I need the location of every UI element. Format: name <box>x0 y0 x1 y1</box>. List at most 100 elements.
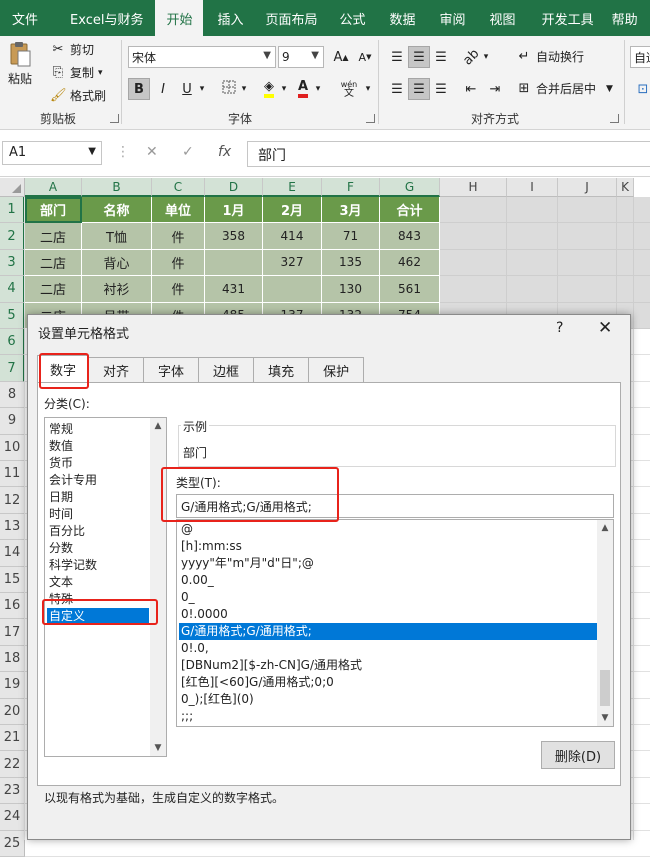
category-item[interactable]: 科学记数 <box>47 557 149 574</box>
underline-dropdown[interactable]: ▾ <box>196 78 208 100</box>
table-cell[interactable] <box>205 249 263 277</box>
cut-button[interactable]: ✂ 剪切 <box>50 41 94 58</box>
help-button[interactable]: ? <box>556 320 563 336</box>
table-cell[interactable]: 衬衫 <box>82 276 152 303</box>
tab-help[interactable]: 帮助 <box>606 0 650 36</box>
align-top-icon[interactable]: ☰ <box>386 46 408 68</box>
row-header-15[interactable]: 15 <box>0 566 25 593</box>
category-list[interactable]: ▲ ▼ 常规 数值 货币 会计专用 日期 时间 百分比 分数 科学记数 文本 特殊 自定义 <box>44 417 167 757</box>
table-cell[interactable]: 件 <box>152 249 205 277</box>
category-item[interactable]: 货币 <box>47 455 149 472</box>
grow-font-icon[interactable]: A ▲ <box>330 46 352 68</box>
type-list-item[interactable]: @ <box>179 521 597 538</box>
row-header-19[interactable]: 19 <box>0 672 25 699</box>
decrease-indent-icon[interactable]: ⇤ <box>460 78 482 100</box>
column-header-d[interactable]: D <box>205 178 263 197</box>
row-header-10[interactable]: 10 <box>0 434 25 461</box>
font-launcher[interactable] <box>366 114 375 123</box>
tab-border[interactable]: 边框 <box>198 357 255 383</box>
table-header-cell[interactable]: 2月 <box>263 197 322 224</box>
paste-button[interactable]: 粘贴 <box>8 40 32 87</box>
table-cell[interactable]: 358 <box>205 223 263 250</box>
table-header-cell[interactable]: 1月 <box>205 197 263 224</box>
close-icon[interactable]: ✕ <box>598 318 612 338</box>
row-header-7[interactable]: 7 <box>0 355 25 382</box>
table-cell[interactable]: 462 <box>380 249 440 277</box>
category-item[interactable]: 百分比 <box>47 523 149 540</box>
column-header-e[interactable]: E <box>263 178 322 197</box>
tab-fill[interactable]: 填充 <box>253 357 310 383</box>
category-item[interactable]: 数值 <box>47 438 149 455</box>
table-cell[interactable]: 71 <box>322 223 380 250</box>
name-box[interactable]: A1 ▼ <box>2 141 102 165</box>
table-cell[interactable]: 135 <box>322 249 380 277</box>
row-header-23[interactable]: 23 <box>0 777 25 805</box>
row-header-9[interactable]: 9 <box>0 408 25 435</box>
type-list-item[interactable]: 0!.0, <box>179 640 597 657</box>
category-scrollbar[interactable]: ▲ ▼ <box>150 418 166 756</box>
font-size-select[interactable]: 9 ▼ <box>278 46 324 68</box>
row-header-25[interactable]: 25 <box>0 830 25 857</box>
row-header-1[interactable]: 1 <box>0 197 25 224</box>
fill-color-button[interactable]: ◈ <box>258 78 280 100</box>
border-dropdown[interactable]: ▾ <box>238 78 250 100</box>
row-header-16[interactable]: 16 <box>0 593 25 620</box>
table-cell[interactable]: 二店 <box>25 223 82 250</box>
row-header-4[interactable]: 4 <box>0 276 25 303</box>
phonetic-button[interactable]: wén 文 <box>334 78 364 100</box>
scroll-down-icon[interactable]: ▼ <box>150 740 166 756</box>
row-header-2[interactable]: 2 <box>0 223 25 250</box>
table-header-cell[interactable]: 名称 <box>82 197 152 224</box>
clipboard-launcher[interactable] <box>110 114 119 123</box>
scroll-up-icon[interactable]: ▲ <box>597 520 613 536</box>
row-header-21[interactable]: 21 <box>0 725 25 752</box>
currency-icon[interactable]: ⊡ <box>632 78 650 100</box>
column-header-b[interactable]: B <box>82 178 152 197</box>
table-cell[interactable]: 二店 <box>25 276 82 303</box>
formula-input[interactable]: 部门 <box>247 141 650 167</box>
category-item[interactable]: 特殊 <box>47 591 149 608</box>
align-center-icon[interactable]: ☰ <box>408 78 430 100</box>
column-header-i[interactable]: I <box>507 178 558 197</box>
table-cell[interactable]: 561 <box>380 276 440 303</box>
row-header-6[interactable]: 6 <box>0 329 25 356</box>
category-item[interactable]: 分数 <box>47 540 149 557</box>
table-cell[interactable]: 件 <box>152 276 205 303</box>
tab-review[interactable]: 审阅 <box>428 0 478 36</box>
copy-button[interactable]: ⎘ 复制 ▾ <box>50 64 103 81</box>
scroll-down-icon[interactable]: ▼ <box>597 710 613 726</box>
type-list-item[interactable]: 0.00_ <box>179 572 597 589</box>
category-item[interactable]: 文本 <box>47 574 149 591</box>
category-item[interactable]: 常规 <box>47 421 149 438</box>
table-header-cell[interactable]: 3月 <box>322 197 380 224</box>
table-cell[interactable]: 130 <box>322 276 380 303</box>
tab-file[interactable]: 文件 <box>0 0 50 36</box>
table-cell[interactable]: T恤 <box>82 223 152 250</box>
format-painter-button[interactable]: 🖌 格式刷 <box>50 87 106 104</box>
tab-insert[interactable]: 插入 <box>203 0 255 36</box>
underline-button[interactable]: U <box>176 78 198 100</box>
tab-protection[interactable]: 保护 <box>308 357 365 383</box>
type-list-item[interactable]: yyyy"年"m"月"d"日";@ <box>179 555 597 572</box>
orientation-dropdown[interactable]: ▾ <box>480 46 492 68</box>
delete-button[interactable]: 删除(D) <box>541 741 615 769</box>
tab-formulas[interactable]: 公式 <box>330 0 378 36</box>
type-list[interactable]: ▲ ▼ @ [h]:mm:ss yyyy"年"m"月"d"日";@ 0.00_ 0_ 0!… <box>176 519 614 727</box>
row-header-17[interactable]: 17 <box>0 619 25 646</box>
type-list-item[interactable]: ;;; <box>179 708 597 725</box>
align-right-icon[interactable]: ☰ <box>430 78 452 100</box>
table-cell[interactable]: 843 <box>380 223 440 250</box>
wrap-text-button[interactable]: ↵ 自动换行 <box>516 48 584 65</box>
row-header-3[interactable]: 3 <box>0 249 25 277</box>
shrink-font-icon[interactable]: A ▼ <box>354 46 376 68</box>
merge-center-button[interactable]: ⊞ 合并后居中 ▼ <box>516 80 613 97</box>
table-cell[interactable]: 327 <box>263 249 322 277</box>
align-bottom-icon[interactable]: ☰ <box>430 46 452 68</box>
column-header-a[interactable]: A <box>25 178 82 197</box>
type-list-item[interactable]: 0!.0000 <box>179 606 597 623</box>
alignment-launcher[interactable] <box>610 114 619 123</box>
row-header-5[interactable]: 5 <box>0 302 25 329</box>
tab-view[interactable]: 视图 <box>478 0 530 36</box>
column-header-h[interactable]: H <box>440 178 507 197</box>
column-header-j[interactable]: J <box>558 178 617 197</box>
